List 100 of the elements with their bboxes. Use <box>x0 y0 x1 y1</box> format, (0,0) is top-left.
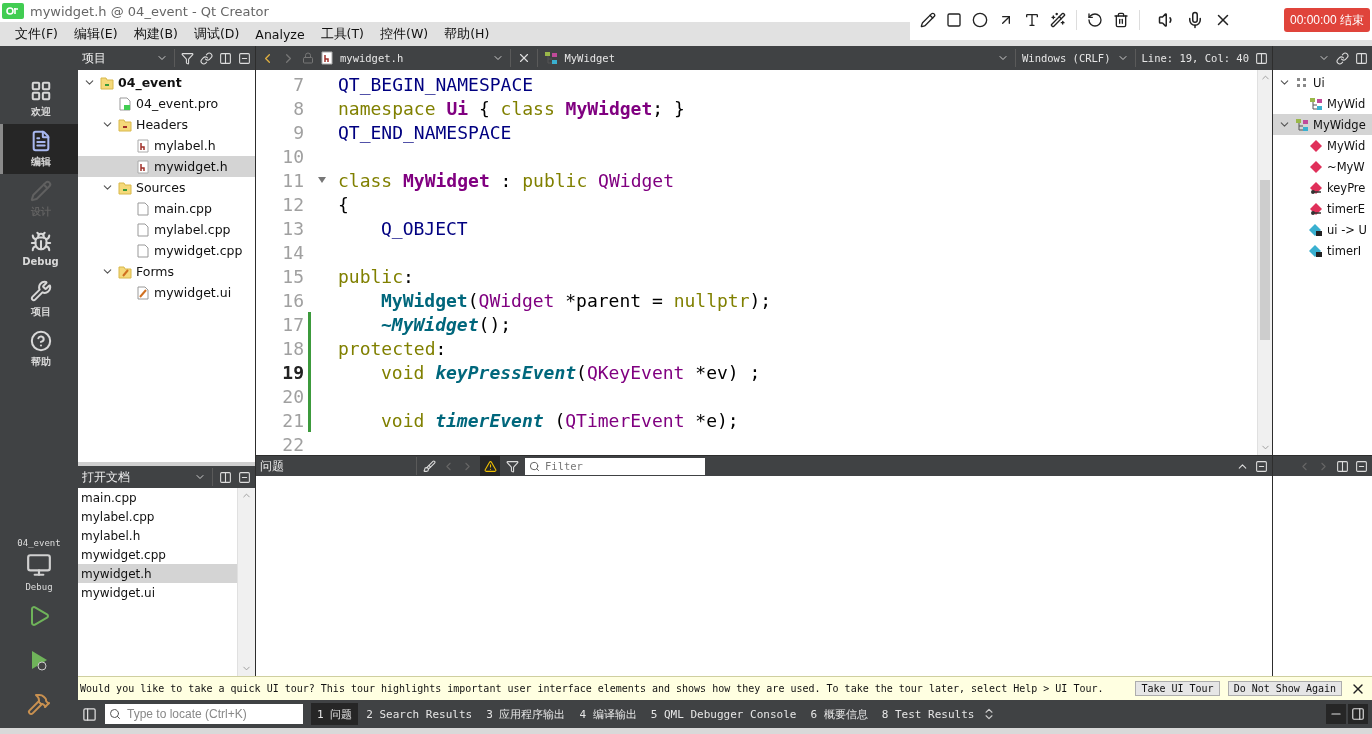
monitor-icon[interactable] <box>26 552 52 578</box>
output-tab[interactable]: 5 QML Debugger Console <box>644 703 803 725</box>
code-line: void timerEvent (QTimerEvent *e); <box>381 409 739 431</box>
output-tab[interactable]: 4 编译输出 <box>573 703 643 725</box>
tree-item[interactable]: 04_event <box>78 72 255 93</box>
fold-marker-icon[interactable] <box>318 177 326 183</box>
filter-icon[interactable] <box>181 51 194 65</box>
tree-item[interactable]: mywidget.cpp <box>78 240 255 261</box>
open-document-item[interactable]: mywidget.h <box>78 564 237 583</box>
open-document-item[interactable]: mywidget.cpp <box>78 545 237 564</box>
microphone-icon[interactable] <box>1186 11 1204 29</box>
output-tab[interactable]: 8 Test Results <box>875 703 981 725</box>
mode-button[interactable]: Debug <box>0 224 78 274</box>
filter-field[interactable]: Filter <box>525 457 705 475</box>
split-icon[interactable] <box>1336 459 1349 473</box>
line-number: 17 <box>281 313 304 335</box>
tree-item[interactable]: 04_event.pro <box>78 93 255 114</box>
code-line: public: <box>338 265 414 287</box>
bug-icon <box>29 231 52 253</box>
link-icon[interactable] <box>200 51 213 65</box>
open-document-item[interactable]: mylabel.cpp <box>78 507 237 526</box>
pane-title: 项目 <box>82 49 106 67</box>
undo-icon[interactable] <box>1087 12 1103 28</box>
clear-icon[interactable] <box>423 459 436 473</box>
method-icon <box>1309 138 1323 153</box>
open-document-item[interactable]: mylabel.h <box>78 526 237 545</box>
menu-item[interactable]: 编辑(E) <box>66 23 125 45</box>
line-ending[interactable]: Windows (CRLF) <box>1022 52 1111 64</box>
line-number: 22 <box>281 433 304 455</box>
menu-item[interactable]: 工具(T) <box>313 23 371 45</box>
symbol-name[interactable]: MyWidget <box>564 52 615 64</box>
close-pane-icon[interactable] <box>238 51 251 65</box>
tree-item[interactable]: main.cpp <box>78 198 255 219</box>
filter-icon[interactable] <box>506 459 519 473</box>
hammer-icon[interactable] <box>27 692 51 716</box>
file-name[interactable]: mywidget.h <box>340 52 404 64</box>
text-icon[interactable] <box>1024 12 1040 28</box>
split-icon[interactable] <box>219 51 232 65</box>
tree-item[interactable]: MyWid <box>1273 93 1372 114</box>
output-tab[interactable]: 3 应用程序输出 <box>480 703 572 725</box>
output-tab[interactable]: 2 Search Results <box>360 703 479 725</box>
code-line: namespace Ui { class MyWidget; } <box>338 97 685 119</box>
mode-button[interactable]: 编辑 <box>0 124 78 174</box>
trash-icon[interactable] <box>1113 12 1129 28</box>
mode-button[interactable]: 欢迎 <box>0 74 78 124</box>
tree-item[interactable]: timerE <box>1273 198 1372 219</box>
tree-item[interactable]: MyWid <box>1273 135 1372 156</box>
protected-method-icon <box>1309 180 1323 195</box>
link-icon[interactable] <box>1336 51 1349 65</box>
output-tab[interactable]: 6 概要信息 <box>804 703 874 725</box>
protected-method-icon <box>1309 201 1323 216</box>
magic-wand-icon[interactable] <box>1050 12 1066 28</box>
tree-item[interactable]: keyPre <box>1273 177 1372 198</box>
code-line: { <box>338 193 349 215</box>
tree-item[interactable]: mywidget.ui <box>78 282 255 303</box>
tree-item[interactable]: Forms <box>78 261 255 282</box>
warning-icon <box>483 459 497 473</box>
menu-item[interactable]: 帮助(H) <box>437 23 497 45</box>
menu-item[interactable]: 控件(W) <box>373 23 436 45</box>
tree-item[interactable]: mylabel.h <box>78 135 255 156</box>
close-pane-icon[interactable] <box>1355 459 1368 473</box>
close-pane-icon[interactable] <box>238 470 251 484</box>
mode-button[interactable]: 帮助 <box>0 324 78 374</box>
tree-item[interactable]: ui -> U <box>1273 219 1372 240</box>
tour-button[interactable]: Take UI Tour <box>1135 681 1220 696</box>
tree-item[interactable]: timerI <box>1273 240 1372 261</box>
tree-item[interactable]: Headers <box>78 114 255 135</box>
split-icon[interactable] <box>1255 51 1268 65</box>
tree-item[interactable]: MyWidge <box>1273 114 1372 135</box>
locate-field[interactable]: Type to locate (Ctrl+K) <box>105 704 303 724</box>
circle-icon[interactable] <box>972 12 988 28</box>
tree-item[interactable]: mywidget.h <box>78 156 255 177</box>
pencil-icon[interactable] <box>920 12 936 28</box>
progress-toggle-button[interactable] <box>1326 704 1346 724</box>
cursor-position[interactable]: Line: 19, Col: 40 <box>1141 52 1249 64</box>
split-icon[interactable] <box>219 470 232 484</box>
stop-recording-button[interactable]: 00:00:00 结束 <box>1283 8 1370 32</box>
tour-button[interactable]: Do Not Show Again <box>1227 681 1342 696</box>
open-document-item[interactable]: mywidget.ui <box>78 583 237 602</box>
menu-item[interactable]: 构建(B) <box>126 23 185 45</box>
tree-item[interactable]: mylabel.cpp <box>78 219 255 240</box>
menu-item[interactable]: Analyze <box>248 24 312 44</box>
output-tab[interactable]: 1 问题 <box>311 703 359 725</box>
open-document-item[interactable]: main.cpp <box>78 488 237 507</box>
rectangle-icon[interactable] <box>946 12 962 28</box>
header-file-icon <box>320 51 334 65</box>
code-line: MyWidget(QWidget *parent = nullptr); <box>381 289 772 311</box>
mode-button[interactable]: 项目 <box>0 274 78 324</box>
tree-item[interactable]: ~MyW <box>1273 156 1372 177</box>
close-pane-icon[interactable] <box>1255 459 1268 473</box>
header-file-icon <box>136 159 150 174</box>
split-icon[interactable] <box>1355 51 1368 65</box>
right-sidebar-toggle-button[interactable] <box>1348 704 1368 724</box>
menu-item[interactable]: 文件(F) <box>8 23 65 45</box>
project-label: 04_event <box>17 538 61 548</box>
sidebar-toggle-icon[interactable] <box>82 706 97 722</box>
tree-item[interactable]: Ui <box>1273 72 1372 93</box>
tree-item[interactable]: Sources <box>78 177 255 198</box>
menu-item[interactable]: 调试(D) <box>186 23 247 45</box>
warning-filter-button[interactable] <box>480 456 500 476</box>
